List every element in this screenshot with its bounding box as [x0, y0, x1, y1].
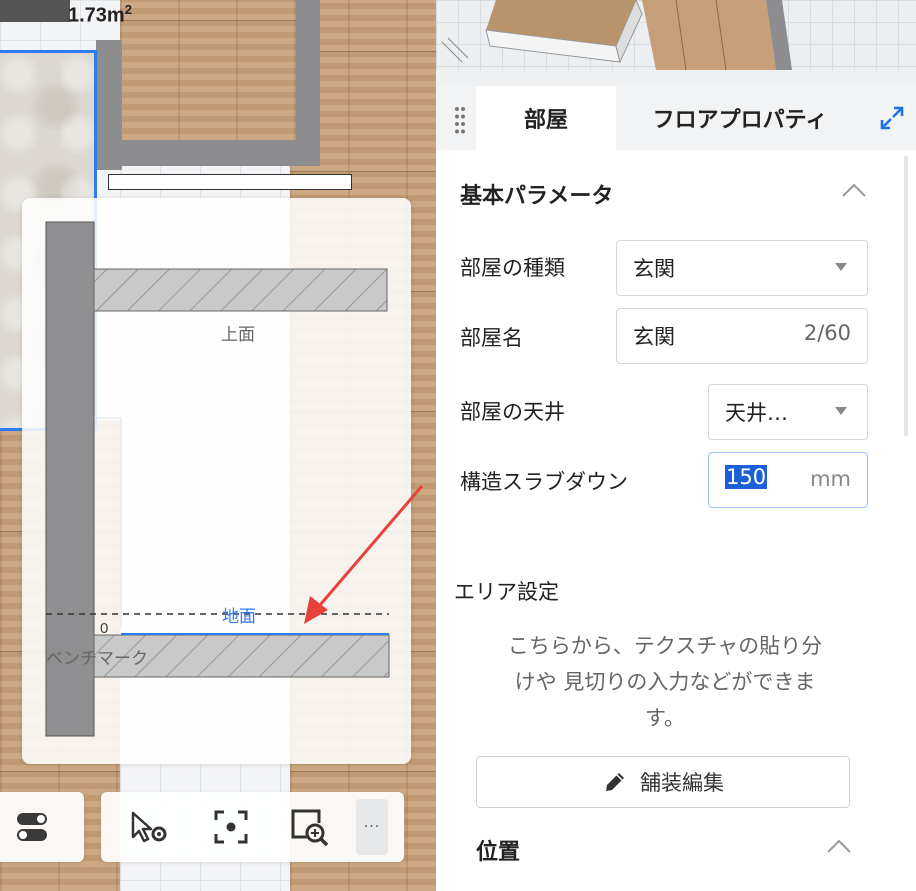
drag-handle-icon[interactable] [454, 106, 466, 134]
more-button[interactable]: ··· [356, 799, 388, 855]
description-line-3: す。 [645, 706, 685, 730]
room-name-input[interactable]: 玄関 2/60 [616, 308, 868, 364]
panel-scrollbar[interactable] [904, 156, 908, 436]
room-area-label: 1.73m2 [68, 2, 132, 28]
ceiling-label: 部屋の天井 [460, 400, 565, 424]
area-value: 1.73m [68, 4, 125, 27]
room-type-value: 玄関 [633, 257, 675, 281]
annotation-arrow [304, 485, 424, 624]
wood-floor-top [120, 0, 310, 140]
ceiling-value: 天井… [725, 401, 788, 425]
floor-surface-label: 地面 [222, 607, 256, 626]
room-type-label: 部屋の種類 [460, 256, 565, 280]
slab-down-value: 150 [725, 465, 768, 489]
pencil-icon [606, 773, 624, 791]
canvas-toolbar: ··· [101, 792, 404, 862]
slab-down-unit: mm [810, 467, 851, 491]
toggle-switch-icon[interactable] [12, 807, 52, 847]
expand-icon[interactable] [880, 106, 904, 130]
position-title: 位置 [476, 840, 521, 865]
dropdown-caret-icon [835, 407, 847, 415]
slab-down-label: 構造スラブダウン [460, 470, 628, 494]
panel-tabs: 部屋 フロアプロパティ [436, 86, 916, 150]
tab-floor-properties[interactable]: フロアプロパティ [628, 86, 852, 150]
basic-params-title: 基本パラメータ [460, 184, 614, 209]
room-name-value: 玄関 [633, 325, 675, 349]
3d-preview[interactable] [436, 0, 916, 70]
paving-edit-label: 舗装編集 [640, 771, 724, 795]
room-name-label: 部屋名 [460, 326, 523, 350]
description-line-1: こちらから、テクスチャの貼り分 [507, 634, 823, 658]
area-settings-description: こちらから、テクスチャの貼り分 けや 見切りの入力などができま す。 [480, 628, 850, 736]
area-unit-sup: 2 [124, 2, 132, 17]
door-threshold[interactable] [108, 174, 352, 190]
dropdown-caret-icon [835, 263, 847, 271]
area-settings-title: エリア設定 [454, 580, 559, 604]
chevron-up-icon[interactable] [841, 182, 867, 198]
view-toggle-toolbar [0, 792, 84, 862]
floor-plan-canvas[interactable]: 1.73m2 上面 地面 0 ベンチマーク ··· [0, 0, 436, 891]
select-settings-icon[interactable] [129, 807, 169, 847]
paving-edit-button[interactable]: 舗装編集 [476, 756, 850, 808]
wall-top-left [0, 0, 70, 22]
tab-room[interactable]: 部屋 [476, 86, 616, 150]
room-boundary-top[interactable] [0, 50, 96, 53]
ceiling-slab [93, 268, 388, 312]
room-type-select[interactable]: 玄関 [616, 240, 868, 296]
room-name-char-count: 2/60 [803, 321, 851, 345]
ceiling-select[interactable]: 天井… [708, 384, 868, 440]
zero-label: 0 [100, 620, 109, 637]
focus-frame-icon[interactable] [211, 807, 251, 847]
chevron-up-icon[interactable] [826, 838, 852, 854]
zoom-area-icon[interactable] [289, 807, 329, 847]
description-line-2: けや 見切りの入力などができま [514, 670, 816, 694]
wall-right-top [296, 0, 320, 166]
benchmark-label: ベンチマーク [46, 649, 148, 668]
properties-panel: 部屋 フロアプロパティ 基本パラメータ 部屋の種類 玄関 部屋名 玄関 2/60… [436, 86, 916, 891]
slab-down-input[interactable]: 150 mm [708, 452, 868, 508]
top-surface-label: 上面 [221, 325, 255, 344]
preview-render [441, 0, 792, 70]
wall-horizontal [96, 140, 320, 166]
